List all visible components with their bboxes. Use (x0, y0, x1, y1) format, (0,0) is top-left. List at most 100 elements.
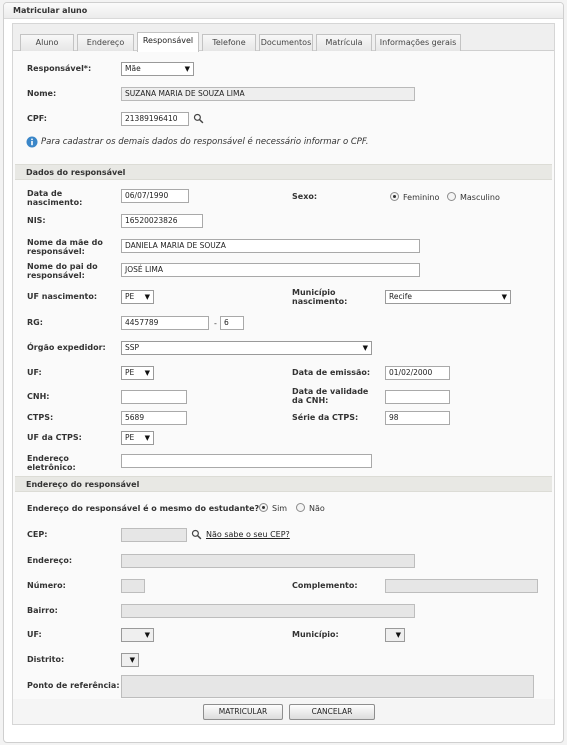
orgao-expedidor-value: SSP (125, 343, 140, 352)
ponto-referencia-field[interactable] (121, 675, 534, 698)
municipio-nascimento-select[interactable]: Recife ▼ (385, 290, 511, 304)
complemento-label: Complemento: (292, 581, 358, 590)
endereco-municipio-label: Município: (292, 630, 339, 639)
tab-aluno[interactable]: Aluno (20, 34, 74, 51)
sexo-masculino-radio[interactable] (447, 192, 456, 201)
cep-field[interactable] (121, 528, 187, 542)
matricular-button[interactable]: MATRICULAR (203, 704, 283, 720)
tab-endereco[interactable]: Endereço (77, 34, 134, 51)
tab-matricula[interactable]: Matrícula (316, 34, 372, 51)
endereco-municipio-select[interactable]: ▼ (385, 628, 405, 642)
search-icon[interactable] (191, 529, 202, 540)
responsavel-label: Responsável*: (27, 64, 92, 73)
uf-ctps-label: UF da CTPS: (27, 433, 82, 442)
cpf-label: CPF: (27, 114, 47, 123)
bairro-field[interactable] (121, 604, 415, 618)
cep-label: CEP: (27, 530, 48, 539)
cnh-field[interactable] (121, 390, 187, 404)
nome-pai-label: Nome do pai do responsável: (27, 262, 98, 280)
numero-field[interactable] (121, 579, 145, 593)
chevron-down-icon: ▼ (395, 631, 401, 639)
responsavel-select[interactable]: Mãe ▼ (121, 62, 194, 76)
ponto-referencia-label: Ponto de referência: (27, 681, 120, 690)
chevron-down-icon: ▼ (144, 631, 150, 639)
sexo-feminino-label: Feminino (403, 193, 440, 202)
endereco-uf-select[interactable]: ▼ (121, 628, 154, 642)
data-emissao-label: Data de emissão: (292, 368, 371, 377)
bairro-label: Bairro: (27, 606, 58, 615)
data-emissao-field[interactable]: 01/02/2000 (385, 366, 450, 380)
uf-label: UF: (27, 368, 42, 377)
uf-nascimento-select[interactable]: PE ▼ (121, 290, 154, 304)
tab-documentos[interactable]: Documentos (259, 34, 313, 51)
municipio-nascimento-label: Município nascimento: (292, 288, 348, 306)
endereco-mesmo-sim-radio[interactable] (259, 503, 268, 512)
actions-bar: MATRICULAR CANCELAR (12, 699, 555, 725)
responsavel-select-value: Mãe (125, 64, 141, 73)
cep-help-link[interactable]: Não sabe o seu CEP? (206, 530, 290, 539)
data-nascimento-label: Data de nascimento: (27, 189, 83, 207)
responsavel-panel: Responsável*: Mãe ▼ Nome: SUZANA MARIA D… (13, 52, 554, 720)
rg-separator: - (214, 319, 217, 328)
uf-nascimento-value: PE (125, 292, 135, 301)
nome-mae-field[interactable]: DANIELA MARIA DE SOUZA (121, 239, 420, 253)
tab-strip: Aluno Endereço Responsável Telefone Docu… (13, 24, 554, 52)
complemento-field[interactable] (385, 579, 538, 593)
endereco-label: Endereço: (27, 556, 73, 565)
endereco-responsavel-header: Endereço do responsável (15, 476, 552, 492)
sexo-label: Sexo: (292, 192, 318, 201)
email-field[interactable] (121, 454, 372, 468)
rg-field[interactable]: 4457789 (121, 316, 209, 330)
cpf-field[interactable]: 21389196410 (121, 112, 189, 126)
endereco-mesmo-nao-label: Não (309, 504, 325, 513)
chevron-down-icon: ▼ (129, 656, 135, 664)
cancelar-button[interactable]: CANCELAR (289, 704, 375, 720)
sexo-feminino-radio[interactable] (390, 192, 399, 201)
nome-field[interactable]: SUZANA MARIA DE SOUZA LIMA (121, 87, 415, 101)
chevron-down-icon: ▼ (144, 293, 150, 301)
tab-informacoes-gerais[interactable]: Informações gerais (375, 34, 461, 51)
rg-label: RG: (27, 318, 43, 327)
cpf-info-message: Para cadastrar os demais dados do respon… (41, 137, 369, 147)
orgao-expedidor-select[interactable]: SSP ▼ (121, 341, 372, 355)
tab-telefone[interactable]: Telefone (202, 34, 256, 51)
tab-responsavel[interactable]: Responsável (137, 32, 199, 52)
orgao-expedidor-label: Órgão expedidor: (27, 343, 106, 352)
distrito-select[interactable]: ▼ (121, 653, 139, 667)
validade-cnh-label: Data de validade da CNH: (292, 387, 369, 405)
nome-mae-label: Nome da mãe do responsável: (27, 238, 103, 256)
matricular-aluno-window: Matricular aluno Aluno Endereço Responsá… (3, 2, 564, 743)
chevron-down-icon: ▼ (184, 65, 190, 73)
municipio-nascimento-value: Recife (389, 292, 412, 301)
serie-ctps-field[interactable]: 98 (385, 411, 450, 425)
endereco-mesmo-sim-label: Sim (272, 504, 288, 513)
search-icon[interactable] (193, 113, 204, 124)
endereco-mesmo-nao-radio[interactable] (296, 503, 305, 512)
nis-field[interactable]: 16520023826 (121, 214, 203, 228)
nome-pai-field[interactable]: JOSÉ LIMA (121, 263, 420, 277)
ctps-field[interactable]: 5689 (121, 411, 187, 425)
chevron-down-icon: ▼ (144, 434, 150, 442)
nis-label: NIS: (27, 216, 46, 225)
uf-select[interactable]: PE ▼ (121, 366, 154, 380)
uf-ctps-select[interactable]: PE ▼ (121, 431, 154, 445)
dados-responsavel-header: Dados do responsável (15, 164, 552, 180)
info-icon (26, 136, 38, 148)
ctps-label: CTPS: (27, 413, 54, 422)
data-nascimento-field[interactable]: 06/07/1990 (121, 189, 189, 203)
window-title: Matricular aluno (4, 3, 563, 19)
chevron-down-icon: ▼ (362, 344, 368, 352)
chevron-down-icon: ▼ (501, 293, 507, 301)
endereco-field[interactable] (121, 554, 415, 568)
chevron-down-icon: ▼ (144, 369, 150, 377)
validade-cnh-field[interactable] (385, 390, 450, 404)
nome-label: Nome: (27, 89, 57, 98)
cnh-label: CNH: (27, 392, 50, 401)
email-label: Endereço eletrônico: (27, 454, 76, 472)
endereco-uf-label: UF: (27, 630, 42, 639)
serie-ctps-label: Série da CTPS: (292, 413, 359, 422)
uf-ctps-value: PE (125, 433, 135, 442)
uf-value: PE (125, 368, 135, 377)
rg-digit-field[interactable]: 6 (220, 316, 244, 330)
sexo-masculino-label: Masculino (460, 193, 500, 202)
